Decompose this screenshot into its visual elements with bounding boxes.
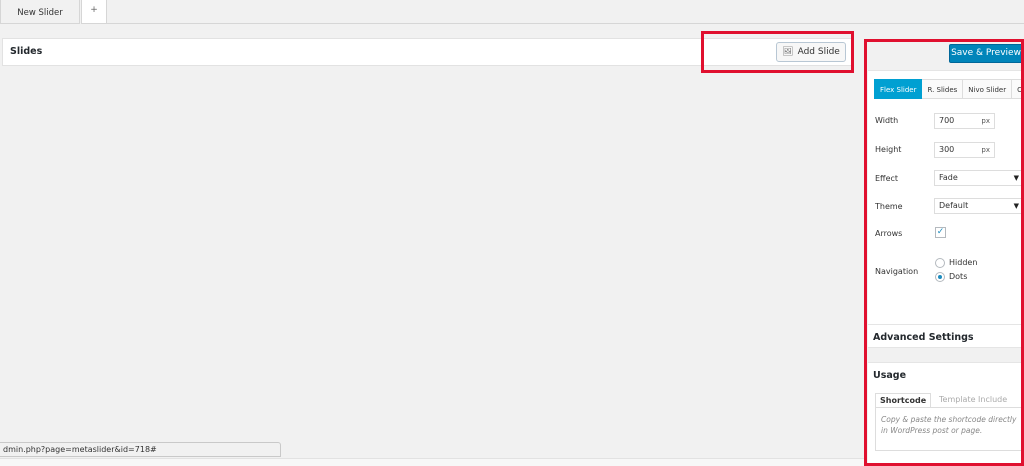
footer-strip — [0, 458, 864, 466]
tabs-divider — [107, 23, 1024, 24]
tab-new-slider[interactable]: New Slider — [0, 0, 80, 24]
slides-title: Slides — [10, 46, 43, 57]
highlight-frame-add-slide — [701, 31, 854, 73]
highlight-frame-settings-panel — [864, 39, 1024, 466]
status-bar-url: dmin.php?page=metaslider&id=718# — [0, 442, 281, 457]
add-slider-tab[interactable]: + — [81, 0, 107, 24]
slider-tabs-bar: New Slider + — [0, 0, 1024, 24]
